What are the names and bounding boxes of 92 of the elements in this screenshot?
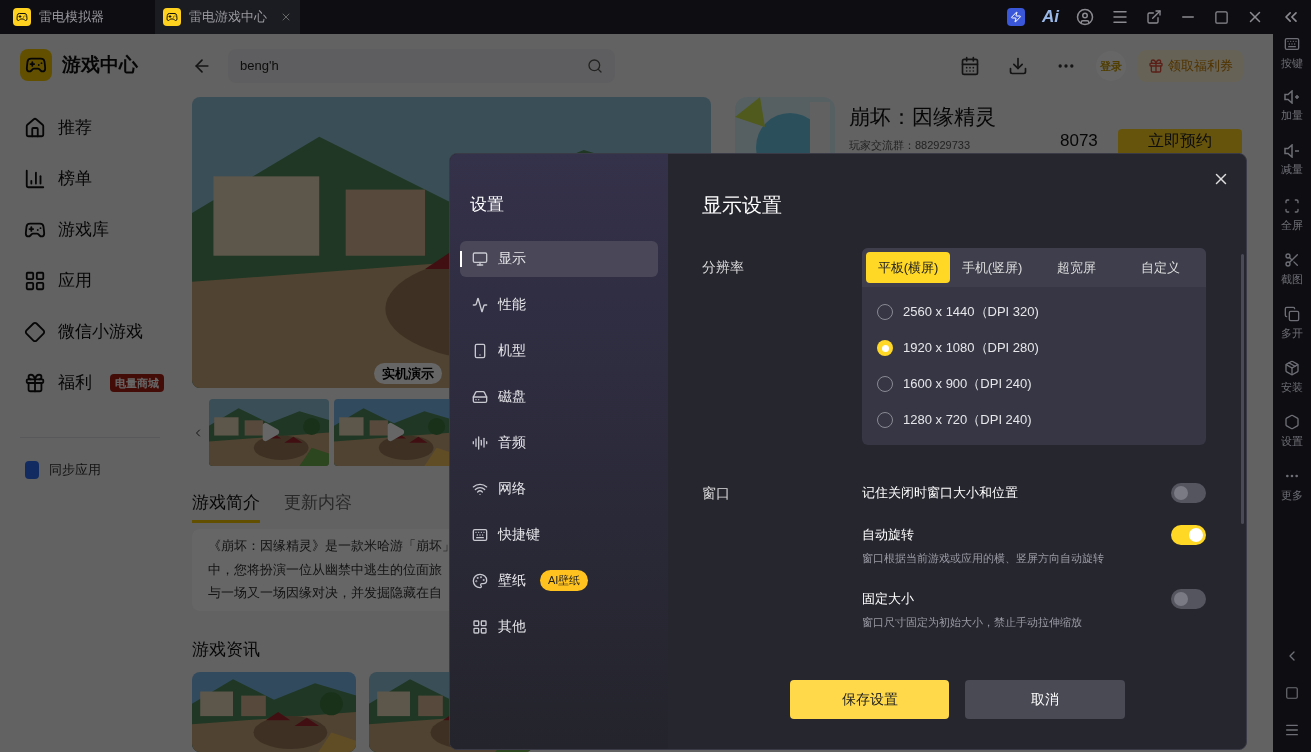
monitor-icon — [472, 250, 488, 267]
sidebar-item[interactable]: 榜单 — [24, 167, 180, 191]
popout-icon[interactable] — [1146, 9, 1162, 25]
rail-button[interactable]: 安装 — [1281, 360, 1303, 414]
toggle-switch[interactable] — [1171, 588, 1206, 609]
fullscreen-icon — [1284, 198, 1300, 214]
rail-button[interactable]: 更多 — [1281, 468, 1303, 522]
keyboard-icon — [1284, 36, 1300, 52]
app-logo-icon — [13, 8, 31, 26]
rail-button[interactable]: 多开 — [1281, 306, 1303, 360]
settings-icon — [1284, 414, 1300, 430]
calendar-icon[interactable] — [960, 56, 980, 76]
audio-icon — [472, 434, 488, 451]
volume-up-icon — [1284, 90, 1300, 104]
pulse-icon — [472, 296, 488, 313]
section-label: 窗口 — [702, 484, 731, 503]
radio-button[interactable] — [877, 340, 893, 356]
settings-menu-item[interactable]: 网络 — [460, 470, 658, 507]
search-icon[interactable] — [587, 58, 603, 74]
resolution-option[interactable]: 2560 x 1440（DPI 320) — [862, 294, 1206, 330]
bar-chart-icon — [24, 168, 46, 190]
close-tab-icon[interactable] — [280, 11, 292, 23]
sidebar-item[interactable]: 应用 — [24, 269, 180, 293]
resolution-option[interactable]: 1280 x 720（DPI 240) — [862, 402, 1206, 438]
resolution-tab[interactable]: 手机(竖屏) — [950, 252, 1034, 283]
reservation-count: 8073 — [1060, 130, 1098, 153]
resolution-option[interactable]: 1600 x 900（DPI 240) — [862, 366, 1206, 402]
sidebar-item[interactable]: 游戏库 — [24, 218, 180, 242]
window-tab[interactable]: 雷电模拟器 — [5, 0, 150, 34]
gift-icon — [24, 372, 46, 394]
apps-icon — [24, 270, 46, 292]
dialog-heading: 显示设置 — [702, 193, 783, 218]
dialog-sidebar-title: 设置 — [469, 194, 505, 216]
resolution-tab[interactable]: 平板(横屏) — [866, 252, 950, 283]
resolution-option[interactable]: 1920 x 1080（DPI 280) — [862, 330, 1206, 366]
rail-button[interactable]: 设置 — [1281, 414, 1303, 468]
diamond-icon — [24, 321, 46, 343]
package-icon — [1284, 360, 1300, 376]
settings-menu-item[interactable]: 磁盘 — [460, 378, 658, 415]
house-icon — [24, 117, 46, 139]
rail-button[interactable]: 加量 — [1281, 90, 1303, 144]
rail-button[interactable]: 减量 — [1281, 144, 1303, 198]
settings-menu-item[interactable]: 快捷键 — [460, 516, 658, 553]
download-icon[interactable] — [1008, 56, 1028, 76]
rail-button[interactable]: 截图 — [1281, 252, 1303, 306]
lightning-icon[interactable] — [1007, 8, 1025, 26]
scissors-icon — [1284, 252, 1300, 268]
settings-menu-item[interactable]: 显示 — [460, 240, 658, 277]
settings-menu-item[interactable]: 壁纸 AI壁纸 — [460, 562, 658, 599]
promo-badge: 电量商城 — [110, 373, 164, 393]
user-icon[interactable] — [1076, 8, 1094, 26]
resolution-tab[interactable]: 超宽屏 — [1034, 252, 1118, 283]
settings-menu-item[interactable]: 性能 — [460, 286, 658, 323]
toggle-switch[interactable] — [1171, 525, 1206, 545]
rail-button[interactable]: 全屏 — [1281, 198, 1303, 252]
setting-description: 窗口根据当前游戏或应用的横、竖屏方向自动旋转 — [862, 551, 1105, 566]
palette-icon — [472, 572, 488, 589]
sidebar-item[interactable]: 微信小游戏 — [24, 320, 180, 344]
ai-logo[interactable]: Ai — [1042, 4, 1059, 30]
sidebar-item[interactable]: 福利 电量商城 — [24, 371, 180, 395]
volume-down-icon — [1284, 144, 1300, 158]
resolution-tab[interactable]: 自定义 — [1118, 252, 1202, 283]
keyboard-icon — [472, 526, 488, 543]
cancel-button[interactable]: 取消 — [965, 680, 1125, 719]
settings-menu-item[interactable]: 机型 — [460, 332, 658, 369]
ai-badge: AI壁纸 — [540, 570, 589, 591]
gift-icon — [1148, 58, 1164, 74]
save-button[interactable]: 保存设置 — [790, 680, 949, 719]
menu-icon[interactable] — [1284, 722, 1300, 738]
setting-label: 记住关闭时窗口大小和位置 — [862, 484, 1018, 503]
rail-button[interactable]: 按键 — [1281, 36, 1303, 90]
sidebar-item[interactable]: 推荐 — [24, 116, 180, 140]
setting-label: 固定大小 — [862, 589, 914, 608]
windows-icon — [1284, 306, 1300, 322]
setting-label: 自动旋转 — [862, 526, 914, 545]
maximize-icon[interactable] — [1214, 9, 1229, 25]
menu-icon[interactable] — [1111, 8, 1129, 26]
brand-title: 游戏中心 — [62, 52, 138, 77]
settings-menu-item[interactable]: 其他 — [460, 608, 658, 645]
settings-menu-item[interactable]: 音频 — [460, 424, 658, 461]
brand-logo-icon — [20, 49, 52, 81]
home-icon[interactable] — [1285, 686, 1299, 700]
setting-description: 窗口尺寸固定为初始大小，禁止手动拉伸缩放 — [862, 614, 1083, 630]
toggle-switch[interactable] — [1171, 483, 1206, 503]
phone-icon — [472, 342, 488, 359]
grid-icon — [472, 618, 488, 635]
game-title: 崩坏：因缘精灵 — [849, 104, 996, 130]
content-tab[interactable]: 游戏简介 — [192, 490, 260, 523]
section-title: 游戏资讯 — [192, 638, 261, 661]
app-logo-icon — [163, 8, 181, 26]
window-tab[interactable]: 雷电游戏中心 — [155, 0, 300, 34]
section-label: 分辨率 — [702, 258, 745, 277]
